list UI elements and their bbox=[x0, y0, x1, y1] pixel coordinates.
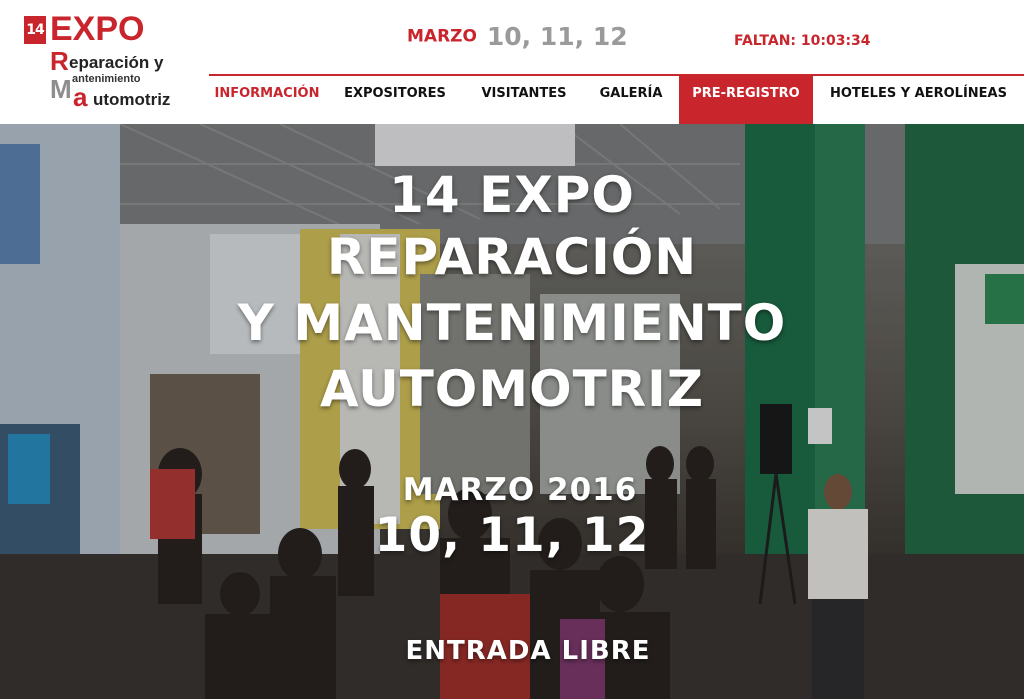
logo-letter-a: a bbox=[73, 82, 88, 112]
site-header: 14 EXPO R eparación y M antenimiento a u… bbox=[0, 0, 1024, 124]
hero-title-line-1: 14 EXPO bbox=[389, 166, 635, 224]
hero-title-line-2: REPARACIÓN bbox=[326, 228, 698, 286]
logo-word-reparacion: eparación y bbox=[69, 53, 164, 72]
hero-event-days: 10, 11, 12 bbox=[374, 508, 650, 563]
hero-title-line-3: Y MANTENIMIENTO bbox=[237, 294, 787, 352]
nav-galeria[interactable]: GALERÍA bbox=[583, 76, 679, 124]
main-nav: INFORMACIÓN EXPOSITORES VISITANTES GALER… bbox=[209, 76, 1024, 124]
nav-hoteles-aerolineas[interactable]: HOTELES Y AEROLÍNEAS bbox=[813, 76, 1024, 124]
header-event-date: MARZO 10, 11, 12 bbox=[407, 22, 628, 51]
logo-letter-r: R bbox=[50, 46, 69, 76]
nav-informacion[interactable]: INFORMACIÓN bbox=[209, 76, 325, 124]
hero-title-line-4: AUTOMOTRIZ bbox=[319, 360, 705, 418]
hero-month-year: MARZO 2016 bbox=[402, 472, 638, 508]
header-date-days: 10, 11, 12 bbox=[486, 22, 628, 51]
hero-free-entry: ENTRADA LIBRE bbox=[405, 636, 651, 666]
hero-banner: 14 EXPO REPARACIÓN Y MANTENIMIENTO AUTOM… bbox=[0, 124, 1024, 699]
logo-letter-m: M bbox=[50, 74, 72, 104]
nav-pre-registro[interactable]: PRE-REGISTRO bbox=[679, 76, 813, 124]
expo-logo[interactable]: 14 EXPO R eparación y M antenimiento a u… bbox=[20, 10, 200, 112]
countdown-timer: FALTAN: 10:03:34 bbox=[734, 33, 871, 49]
nav-visitantes[interactable]: VISITANTES bbox=[465, 76, 583, 124]
header-date-month: MARZO bbox=[407, 26, 477, 47]
logo-word-automotriz: utomotriz bbox=[93, 90, 171, 109]
nav-expositores[interactable]: EXPOSITORES bbox=[325, 76, 465, 124]
logo-expo-text: EXPO bbox=[50, 10, 145, 48]
logo-edition-badge: 14 bbox=[24, 16, 46, 44]
